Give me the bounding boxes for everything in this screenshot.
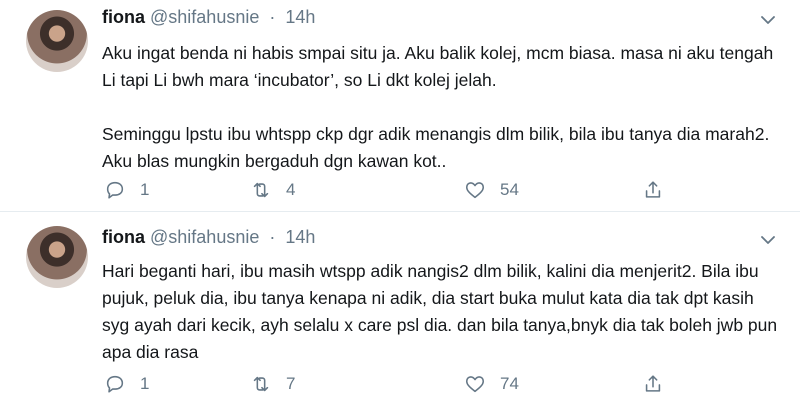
avatar[interactable]: [26, 226, 88, 288]
share-icon: [645, 181, 661, 198]
retweet-icon: [253, 182, 269, 198]
avatar[interactable]: [26, 10, 88, 72]
share-button[interactable]: [642, 370, 664, 398]
separator-dot: ·: [269, 7, 276, 27]
like-count: 54: [500, 180, 519, 199]
tweet-paragraph: Seminggu lpstu ibu whtspp ckp dgr adik m…: [102, 124, 770, 171]
tweet[interactable]: fiona @shifahusnie · 14h Hari beganti ha…: [0, 212, 800, 405]
heart-icon: [465, 376, 485, 393]
timestamp[interactable]: 14h: [285, 7, 315, 27]
display-name[interactable]: fiona: [102, 7, 145, 27]
chevron-down-icon[interactable]: [760, 232, 776, 248]
like-button[interactable]: 74: [464, 370, 519, 398]
user-handle[interactable]: @shifahusnie: [150, 227, 259, 247]
reply-count: 1: [140, 374, 150, 393]
chevron-down-icon[interactable]: [760, 12, 776, 28]
retweet-count: 4: [286, 180, 296, 199]
tweet-text: Hari beganti hari, ibu masih wtspp adik …: [102, 258, 782, 366]
tweet-header: fiona @shifahusnie · 14h: [102, 227, 315, 253]
reply-button[interactable]: 1: [104, 176, 149, 204]
retweet-count: 7: [286, 374, 296, 393]
separator-dot: ·: [269, 227, 276, 247]
like-button[interactable]: 54: [464, 176, 519, 204]
tweet-actions: 1 4 54: [104, 176, 664, 204]
retweet-button[interactable]: 4: [250, 176, 295, 204]
retweet-button[interactable]: 7: [250, 370, 295, 398]
timestamp[interactable]: 14h: [285, 227, 315, 247]
heart-icon: [465, 182, 485, 199]
reply-icon: [106, 181, 124, 199]
retweet-icon: [253, 376, 269, 392]
display-name[interactable]: fiona: [102, 227, 145, 247]
share-icon: [645, 375, 661, 392]
tweet-paragraph: Aku ingat benda ni habis smpai situ ja. …: [102, 43, 774, 90]
like-count: 74: [500, 374, 519, 393]
reply-count: 1: [140, 180, 150, 199]
reply-button[interactable]: 1: [104, 370, 149, 398]
reply-icon: [106, 375, 124, 393]
tweet-text: Aku ingat benda ni habis smpai situ ja. …: [102, 40, 782, 175]
tweet-paragraph: Hari beganti hari, ibu masih wtspp adik …: [102, 261, 778, 362]
tweet[interactable]: fiona @shifahusnie · 14h Aku ingat benda…: [0, 0, 800, 211]
tweet-header: fiona @shifahusnie · 14h: [102, 7, 315, 33]
user-handle[interactable]: @shifahusnie: [150, 7, 259, 27]
share-button[interactable]: [642, 176, 664, 204]
tweet-actions: 1 7 74: [104, 370, 664, 398]
